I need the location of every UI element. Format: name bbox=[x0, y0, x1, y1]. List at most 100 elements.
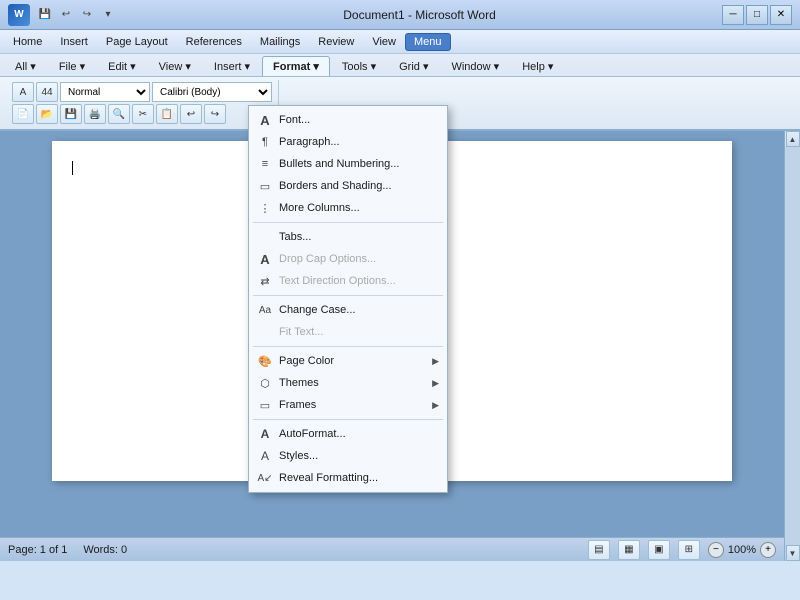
layout-btn-2[interactable]: ▦ bbox=[618, 540, 640, 560]
menu-home[interactable]: Home bbox=[4, 33, 51, 51]
menu-item-pagecolor-label: Page Color bbox=[279, 355, 334, 367]
menu-item-revealformatting[interactable]: A↙ Reveal Formatting... bbox=[249, 467, 447, 489]
bullets-menu-icon: ≡ bbox=[257, 156, 273, 172]
tab-edit[interactable]: Edit ▾ bbox=[97, 56, 147, 76]
status-right: ▤ ▦ ▣ ⊞ − 100% + bbox=[588, 540, 776, 560]
ribbon-section-styles: A 44 Normal Calibri (Body) 📄 📂 💾 🖨️ 🔍 ✂ … bbox=[6, 80, 279, 126]
tab-view[interactable]: View ▾ bbox=[148, 56, 202, 76]
menu-item-autoformat-label: AutoFormat... bbox=[279, 428, 346, 440]
scroll-up-btn[interactable]: ▲ bbox=[786, 131, 800, 147]
menu-item-fittext-label: Fit Text... bbox=[279, 326, 323, 338]
separator-4 bbox=[253, 419, 443, 420]
menu-item-revealformatting-label: Reveal Formatting... bbox=[279, 472, 378, 484]
tab-file[interactable]: File ▾ bbox=[48, 56, 96, 76]
app-logo: W bbox=[8, 4, 30, 26]
toolbar-btn-8[interactable]: ↩ bbox=[180, 104, 202, 124]
menu-item-borders[interactable]: ▭ Borders and Shading... bbox=[249, 175, 447, 197]
separator-1 bbox=[253, 222, 443, 223]
layout-btn-3[interactable]: ▣ bbox=[648, 540, 670, 560]
menu-item-themes[interactable]: ⬡ Themes ▶ bbox=[249, 372, 447, 394]
toolbar-btn-9[interactable]: ↪ bbox=[204, 104, 226, 124]
word-count: Words: 0 bbox=[83, 544, 127, 556]
menu-item-fittext: Fit Text... bbox=[249, 321, 447, 343]
menu-item-paragraph[interactable]: ¶ Paragraph... bbox=[249, 131, 447, 153]
scroll-track[interactable] bbox=[785, 147, 800, 545]
layout-btn-4[interactable]: ⊞ bbox=[678, 540, 700, 560]
toolbar-btn-5[interactable]: 🔍 bbox=[108, 104, 130, 124]
text-cursor bbox=[72, 161, 73, 175]
tab-insert[interactable]: Insert ▾ bbox=[203, 56, 261, 76]
menu-item-pagecolor[interactable]: 🎨 Page Color ▶ bbox=[249, 350, 447, 372]
pagecolor-menu-icon: 🎨 bbox=[257, 353, 273, 369]
toolbar-btn-2[interactable]: 📂 bbox=[36, 104, 58, 124]
menu-mailings[interactable]: Mailings bbox=[251, 33, 309, 51]
zoom-out-btn[interactable]: − bbox=[708, 542, 724, 558]
frames-menu-icon: ▭ bbox=[257, 397, 273, 413]
menu-item-changecase[interactable]: Aa Change Case... bbox=[249, 299, 447, 321]
title-text: Document1 - Microsoft Word bbox=[343, 8, 496, 22]
tab-window[interactable]: Window ▾ bbox=[440, 56, 510, 76]
close-button[interactable]: ✕ bbox=[770, 5, 792, 25]
ribbon-row-icons: 📄 📂 💾 🖨️ 🔍 ✂ 📋 ↩ ↪ bbox=[12, 104, 226, 124]
toolbar-btn-6[interactable]: ✂ bbox=[132, 104, 154, 124]
styles-menu-icon: A bbox=[257, 448, 273, 464]
menu-item-textdirection-label: Text Direction Options... bbox=[279, 275, 396, 287]
tab-tools[interactable]: Tools ▾ bbox=[331, 56, 387, 76]
status-bar: Page: 1 of 1 Words: 0 ▤ ▦ ▣ ⊞ − 100% + bbox=[0, 537, 784, 561]
tab-grid[interactable]: Grid ▾ bbox=[388, 56, 439, 76]
revealformatting-menu-icon: A↙ bbox=[257, 470, 273, 486]
separator-2 bbox=[253, 295, 443, 296]
themes-menu-icon: ⬡ bbox=[257, 375, 273, 391]
menu-item-styles-label: Styles... bbox=[279, 450, 318, 462]
menu-item-bullets[interactable]: ≡ Bullets and Numbering... bbox=[249, 153, 447, 175]
style-dropdown[interactable]: Normal bbox=[60, 82, 150, 102]
menu-references[interactable]: References bbox=[177, 33, 251, 51]
zoom-section: − 100% + bbox=[708, 542, 776, 558]
menu-item-frames[interactable]: ▭ Frames ▶ bbox=[249, 394, 447, 416]
menu-insert[interactable]: Insert bbox=[51, 33, 97, 51]
menu-page-layout[interactable]: Page Layout bbox=[97, 33, 177, 51]
borders-menu-icon: ▭ bbox=[257, 178, 273, 194]
font-color-btn[interactable]: A bbox=[12, 82, 34, 102]
toolbar-btn-1[interactable]: 📄 bbox=[12, 104, 34, 124]
menu-item-dropcap-label: Drop Cap Options... bbox=[279, 253, 376, 265]
menu-item-font[interactable]: A Font... bbox=[249, 109, 447, 131]
menu-item-textdirection: ⇄ Text Direction Options... bbox=[249, 270, 447, 292]
tab-all[interactable]: All ▾ bbox=[4, 56, 47, 76]
themes-arrow: ▶ bbox=[432, 378, 439, 389]
tab-help[interactable]: Help ▾ bbox=[511, 56, 564, 76]
maximize-button[interactable]: □ bbox=[746, 5, 768, 25]
menu-menu[interactable]: Menu bbox=[405, 33, 451, 51]
scrollbar-vertical: ▲ ▼ bbox=[784, 131, 800, 561]
menu-item-columns[interactable]: ⋮ More Columns... bbox=[249, 197, 447, 219]
menu-item-frames-label: Frames bbox=[279, 399, 316, 411]
zoom-level: 100% bbox=[728, 544, 756, 556]
changecase-menu-icon: Aa bbox=[257, 302, 273, 318]
toolbar-btn-3[interactable]: 💾 bbox=[60, 104, 82, 124]
fittext-menu-icon bbox=[257, 324, 273, 340]
layout-btn-1[interactable]: ▤ bbox=[588, 540, 610, 560]
menu-item-styles[interactable]: A Styles... bbox=[249, 445, 447, 467]
pagecolor-arrow: ▶ bbox=[432, 356, 439, 367]
tab-format[interactable]: Format ▾ bbox=[262, 56, 330, 76]
toolbar-btn-7[interactable]: 📋 bbox=[156, 104, 178, 124]
menu-item-tabs[interactable]: Tabs... bbox=[249, 226, 447, 248]
menu-item-tabs-label: Tabs... bbox=[279, 231, 311, 243]
menu-review[interactable]: Review bbox=[309, 33, 363, 51]
paragraph-menu-icon: ¶ bbox=[257, 134, 273, 150]
scroll-down-btn[interactable]: ▼ bbox=[786, 545, 800, 561]
customize-quick-btn[interactable]: ▾ bbox=[99, 6, 117, 24]
font-dropdown[interactable]: Calibri (Body) bbox=[152, 82, 272, 102]
menu-view[interactable]: View bbox=[363, 33, 405, 51]
redo-quick-btn[interactable]: ↪ bbox=[78, 6, 96, 24]
minimize-button[interactable]: ─ bbox=[722, 5, 744, 25]
zoom-in-btn[interactable]: + bbox=[760, 542, 776, 558]
menu-item-autoformat[interactable]: A AutoFormat... bbox=[249, 423, 447, 445]
font-size-btn[interactable]: 44 bbox=[36, 82, 58, 102]
save-quick-btn[interactable]: 💾 bbox=[36, 6, 54, 24]
ribbon-row-tools: A 44 Normal Calibri (Body) bbox=[12, 82, 272, 102]
tabs-menu-icon bbox=[257, 229, 273, 245]
undo-quick-btn[interactable]: ↩ bbox=[57, 6, 75, 24]
format-dropdown-menu: A Font... ¶ Paragraph... ≡ Bullets and N… bbox=[248, 105, 448, 493]
toolbar-btn-4[interactable]: 🖨️ bbox=[84, 104, 106, 124]
